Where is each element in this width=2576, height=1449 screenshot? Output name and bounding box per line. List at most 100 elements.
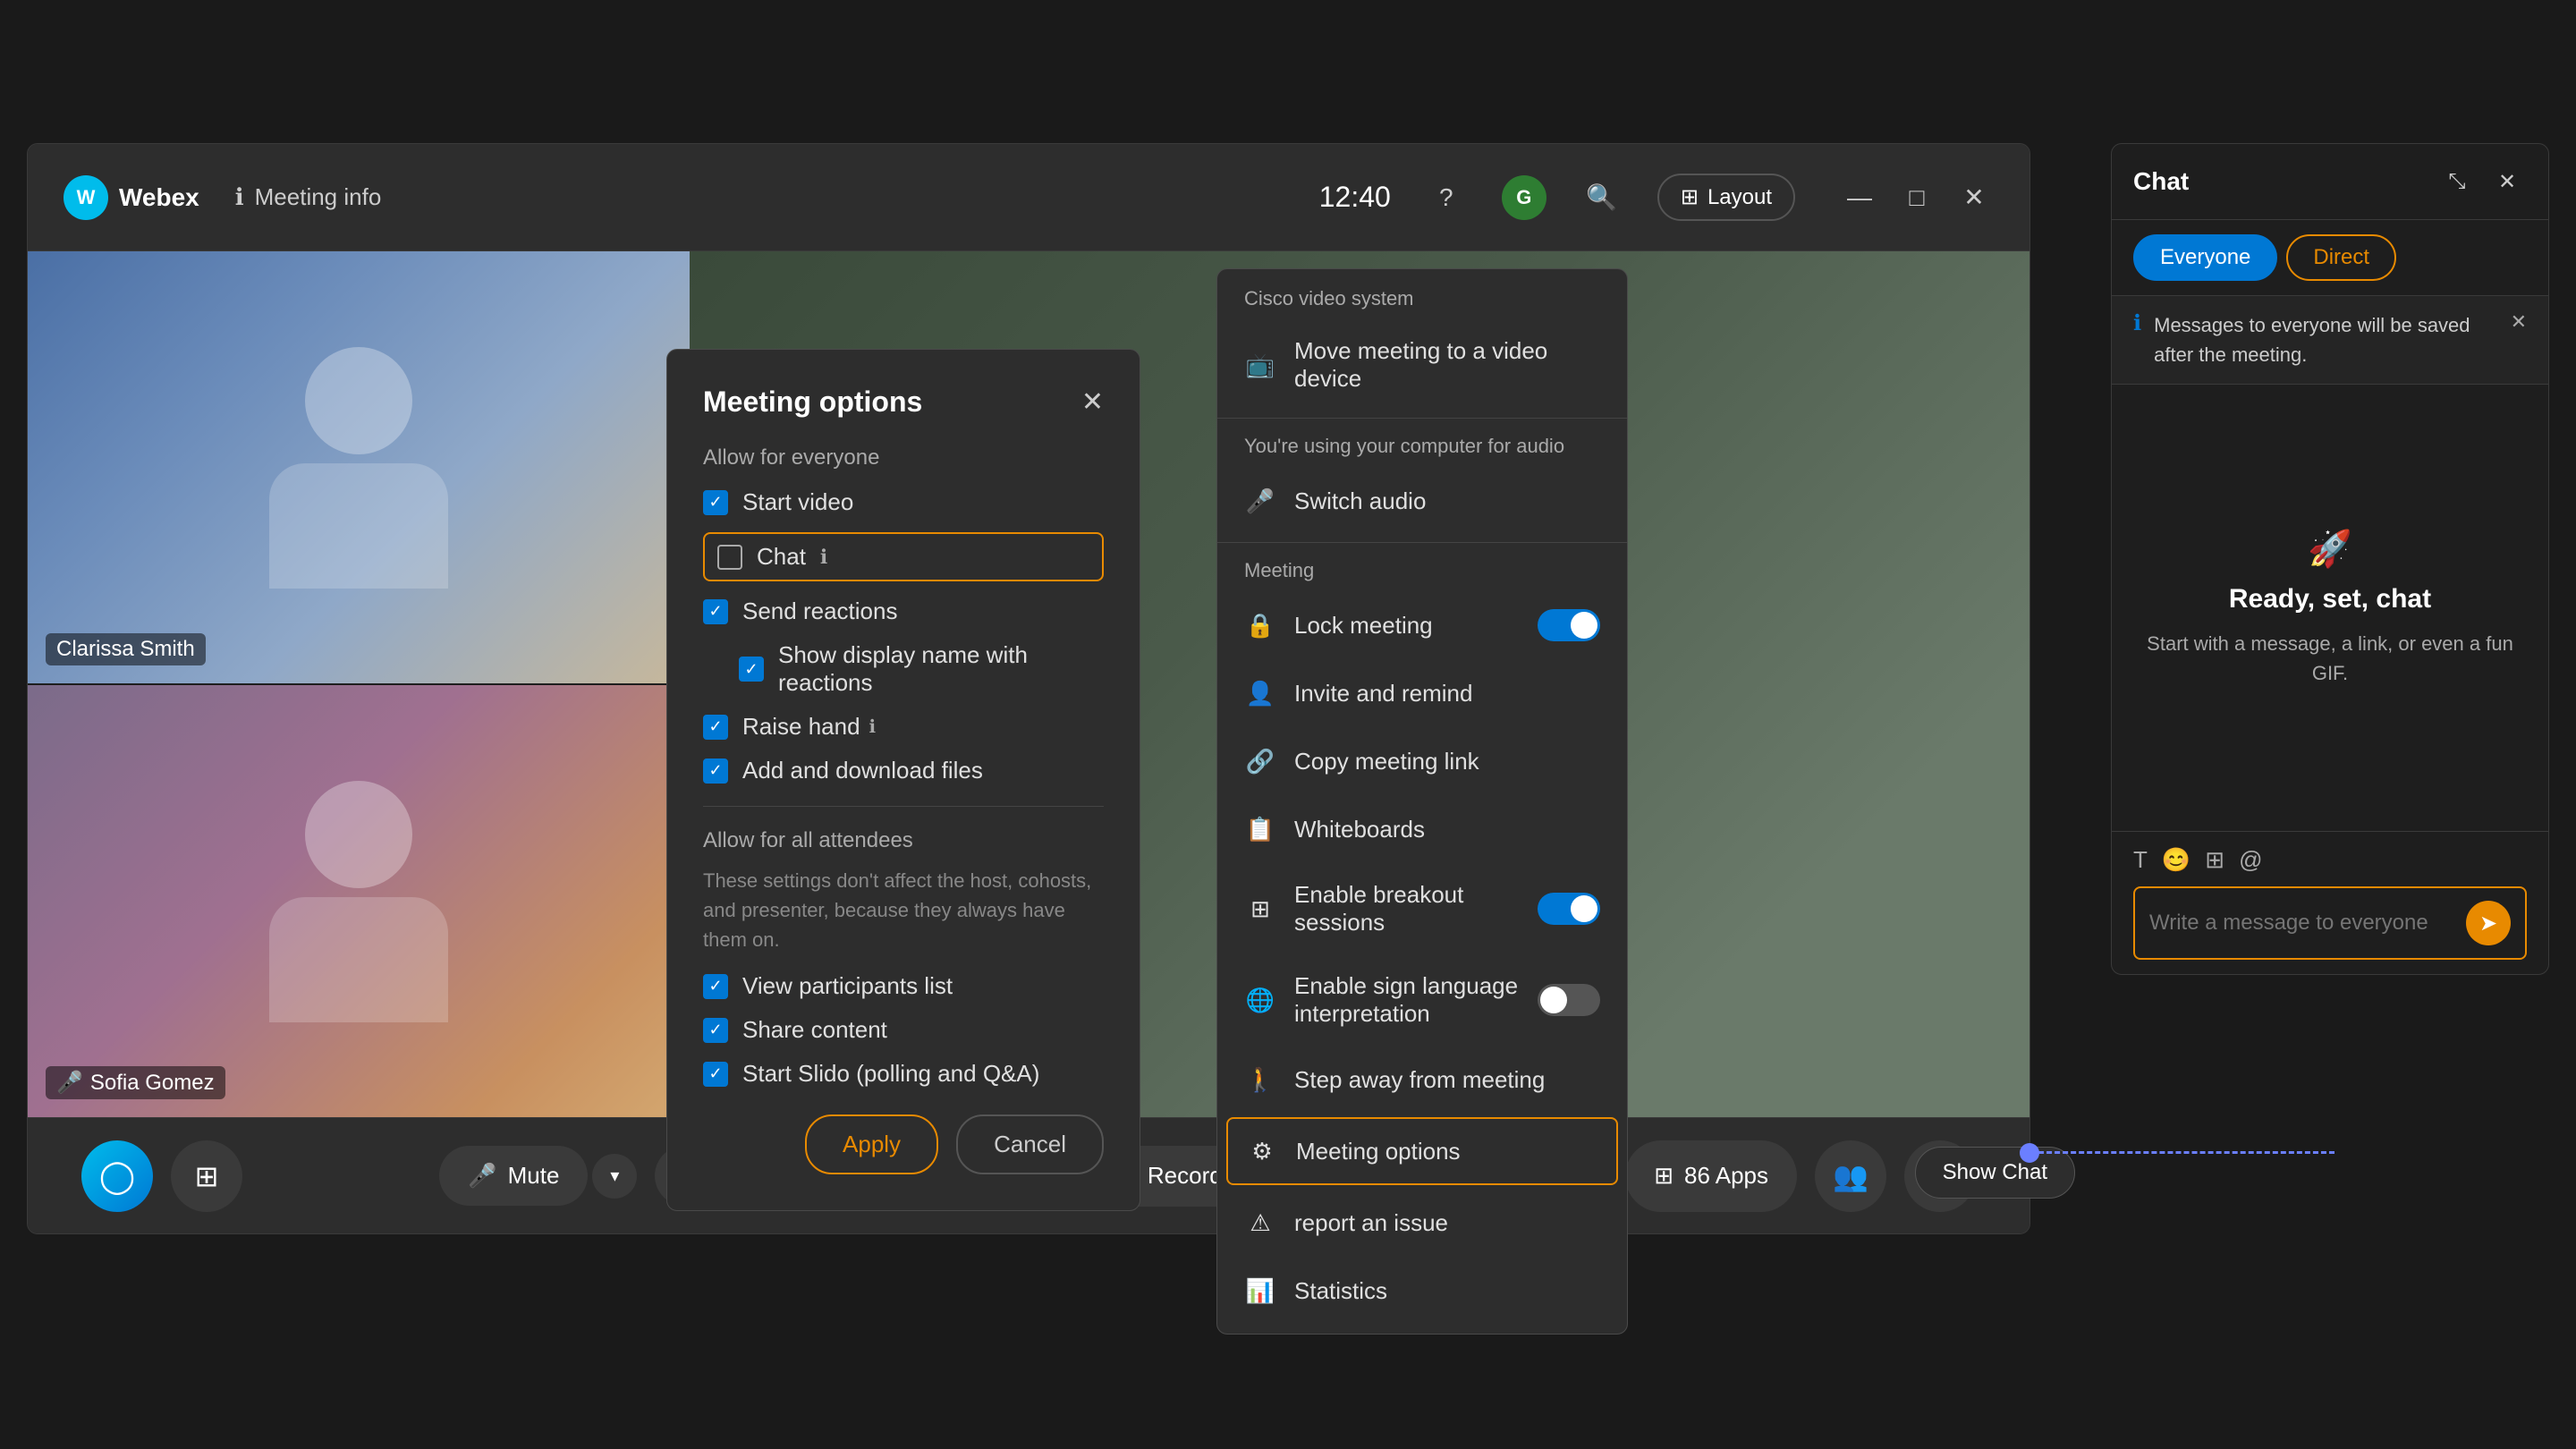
body-sofia	[269, 897, 448, 1022]
meeting-info[interactable]: ℹ Meeting info	[235, 183, 382, 211]
meeting-options-dialog: Meeting options ✕ Allow for everyone Sta…	[666, 349, 1140, 1211]
cb-chat-label: Chat	[757, 543, 806, 571]
move-meeting-label: Move meeting to a video device	[1294, 337, 1600, 393]
checkbox-share-content[interactable]: Share content	[703, 1016, 1104, 1044]
cb-share-content[interactable]	[703, 1018, 728, 1043]
layout-button[interactable]: ⊞ Layout	[1657, 174, 1795, 221]
banner-info-icon: ℹ	[2133, 310, 2141, 336]
cb-add-files-label: Add and download files	[742, 757, 983, 784]
chat-title: Chat	[2133, 167, 2427, 196]
invite-remind-item[interactable]: 👤 Invite and remind	[1217, 659, 1627, 727]
cb-slido[interactable]	[703, 1062, 728, 1087]
checkbox-start-video[interactable]: Start video	[703, 488, 1104, 516]
report-issue-item[interactable]: ⚠ report an issue	[1217, 1189, 1627, 1257]
cb-start-video-label: Start video	[742, 488, 853, 516]
participants-button[interactable]: 👥	[1815, 1140, 1886, 1212]
show-chat-button[interactable]: Show Chat	[1915, 1147, 2075, 1199]
cb-display-name[interactable]	[739, 657, 764, 682]
switch-audio-item[interactable]: 🎤 Switch audio	[1217, 467, 1627, 535]
chat-popout-button[interactable]: ⤡	[2437, 162, 2477, 201]
text-format-icon[interactable]: T	[2133, 846, 2148, 874]
statistics-item[interactable]: 📊 Statistics	[1217, 1257, 1627, 1325]
invite-icon: 👤	[1244, 677, 1276, 709]
mention-icon[interactable]: @	[2239, 846, 2262, 874]
step-away-item[interactable]: 🚶 Step away from meeting	[1217, 1046, 1627, 1114]
reactions-toggle-button[interactable]: ⊞	[171, 1140, 242, 1212]
banner-close-button[interactable]: ✕	[2511, 310, 2527, 334]
checkbox-slido[interactable]: Start Slido (polling and Q&A)	[703, 1060, 1104, 1088]
cb-reactions-label: Send reactions	[742, 597, 897, 625]
chat-close-button[interactable]: ✕	[2487, 162, 2527, 201]
invite-remind-label: Invite and remind	[1294, 680, 1472, 708]
cb-view-participants[interactable]	[703, 974, 728, 999]
sign-language-toggle-switch[interactable]	[1538, 984, 1600, 1016]
chat-input[interactable]	[2149, 911, 2455, 936]
tab-direct[interactable]: Direct	[2286, 234, 2396, 281]
dialog-title: Meeting options	[703, 386, 922, 419]
whiteboards-item[interactable]: 📋 Whiteboards	[1217, 795, 1627, 863]
apps-button[interactable]: ⊞ 86 Apps	[1625, 1140, 1797, 1212]
sign-language-toggle[interactable]	[1538, 984, 1600, 1016]
breakout-item[interactable]: ⊞ Enable breakout sessions	[1217, 863, 1627, 954]
context-menu: Cisco video system 📺 Move meeting to a v…	[1216, 268, 1628, 1335]
allow-attendees-desc: These settings don't affect the host, co…	[703, 866, 1104, 954]
title-bar: W Webex ℹ Meeting info 12:40 ? G 🔍 ⊞ Lay…	[28, 144, 2029, 251]
apps-icon: ⊞	[1654, 1162, 1674, 1190]
attachment-icon[interactable]: ⊞	[2205, 846, 2224, 874]
lock-toggle[interactable]	[1538, 609, 1600, 641]
chat-panel: Chat ⤡ ✕ Everyone Direct ℹ Messages to e…	[2111, 143, 2549, 975]
dialog-close-button[interactable]: ✕	[1081, 386, 1104, 418]
checkbox-send-reactions[interactable]: Send reactions	[703, 597, 1104, 625]
apply-button[interactable]: Apply	[805, 1114, 938, 1174]
clarissa-name: Clarissa Smith	[56, 637, 195, 662]
search-button[interactable]: 🔍	[1573, 169, 1631, 226]
stats-icon: 📊	[1244, 1275, 1276, 1307]
checkbox-add-files[interactable]: Add and download files	[703, 757, 1104, 784]
webex-label: Webex	[119, 183, 199, 212]
mute-chevron[interactable]: ▾	[592, 1154, 637, 1199]
sign-language-item[interactable]: 🌐 Enable sign language interpretation	[1217, 954, 1627, 1046]
cb-display-name-label: Show display name with reactions	[778, 641, 1104, 697]
rocket-emoji: 🚀	[2308, 528, 2352, 570]
lock-meeting-item[interactable]: 🔒 Lock meeting	[1217, 591, 1627, 659]
help-button[interactable]: ?	[1418, 169, 1475, 226]
emoji-picker-icon[interactable]: 😊	[2162, 846, 2190, 874]
move-icon: 📺	[1244, 349, 1276, 381]
lock-icon: 🔒	[1244, 609, 1276, 641]
chat-input-area: T 😊 ⊞ @ ➤	[2112, 831, 2548, 974]
mute-button[interactable]: 🎤 Mute	[439, 1146, 588, 1206]
report-issue-label: report an issue	[1294, 1209, 1448, 1237]
move-meeting-item[interactable]: 📺 Move meeting to a video device	[1217, 319, 1627, 411]
banner-text: Messages to everyone will be saved after…	[2154, 310, 2497, 369]
checkbox-display-name[interactable]: Show display name with reactions	[739, 641, 1104, 697]
checkbox-chat-row[interactable]: Chat ℹ	[703, 532, 1104, 581]
checkbox-view-participants[interactable]: View participants list	[703, 972, 1104, 1000]
cb-add-files[interactable]	[703, 758, 728, 784]
cancel-button[interactable]: Cancel	[956, 1114, 1104, 1174]
tab-everyone[interactable]: Everyone	[2133, 234, 2277, 281]
meeting-options-item[interactable]: ⚙ Meeting options	[1226, 1117, 1618, 1185]
webex-toolbar-icon[interactable]: ◯	[81, 1140, 153, 1212]
checkbox-raise-hand[interactable]: Raise hand ℹ	[703, 713, 1104, 741]
cb-raise-hand[interactable]	[703, 715, 728, 740]
cb-share-content-label: Share content	[742, 1016, 887, 1044]
chat-info-banner: ℹ Messages to everyone will be saved aft…	[2112, 296, 2548, 385]
whiteboard-icon: 📋	[1244, 813, 1276, 845]
chat-body: 🚀 Ready, set, chat Start with a message,…	[2112, 385, 2548, 831]
copy-link-item[interactable]: 🔗 Copy meeting link	[1217, 727, 1627, 795]
info-icon-chat: ℹ	[820, 546, 827, 569]
body-clarissa	[269, 463, 448, 589]
close-button[interactable]: ✕	[1954, 178, 1994, 217]
cb-chat[interactable]	[717, 545, 742, 570]
cb-slido-label: Start Slido (polling and Q&A)	[742, 1060, 1039, 1088]
send-button[interactable]: ➤	[2466, 901, 2511, 945]
allow-everyone-title: Allow for everyone	[703, 445, 1104, 470]
cb-reactions[interactable]	[703, 599, 728, 624]
maximize-button[interactable]: □	[1897, 178, 1936, 217]
minimize-button[interactable]: —	[1840, 178, 1879, 217]
audio-icon: 🎤	[1244, 485, 1276, 517]
cb-start-video[interactable]	[703, 490, 728, 515]
lock-toggle-switch[interactable]	[1538, 609, 1600, 641]
breakout-toggle[interactable]	[1538, 893, 1600, 925]
breakout-toggle-switch[interactable]	[1538, 893, 1600, 925]
